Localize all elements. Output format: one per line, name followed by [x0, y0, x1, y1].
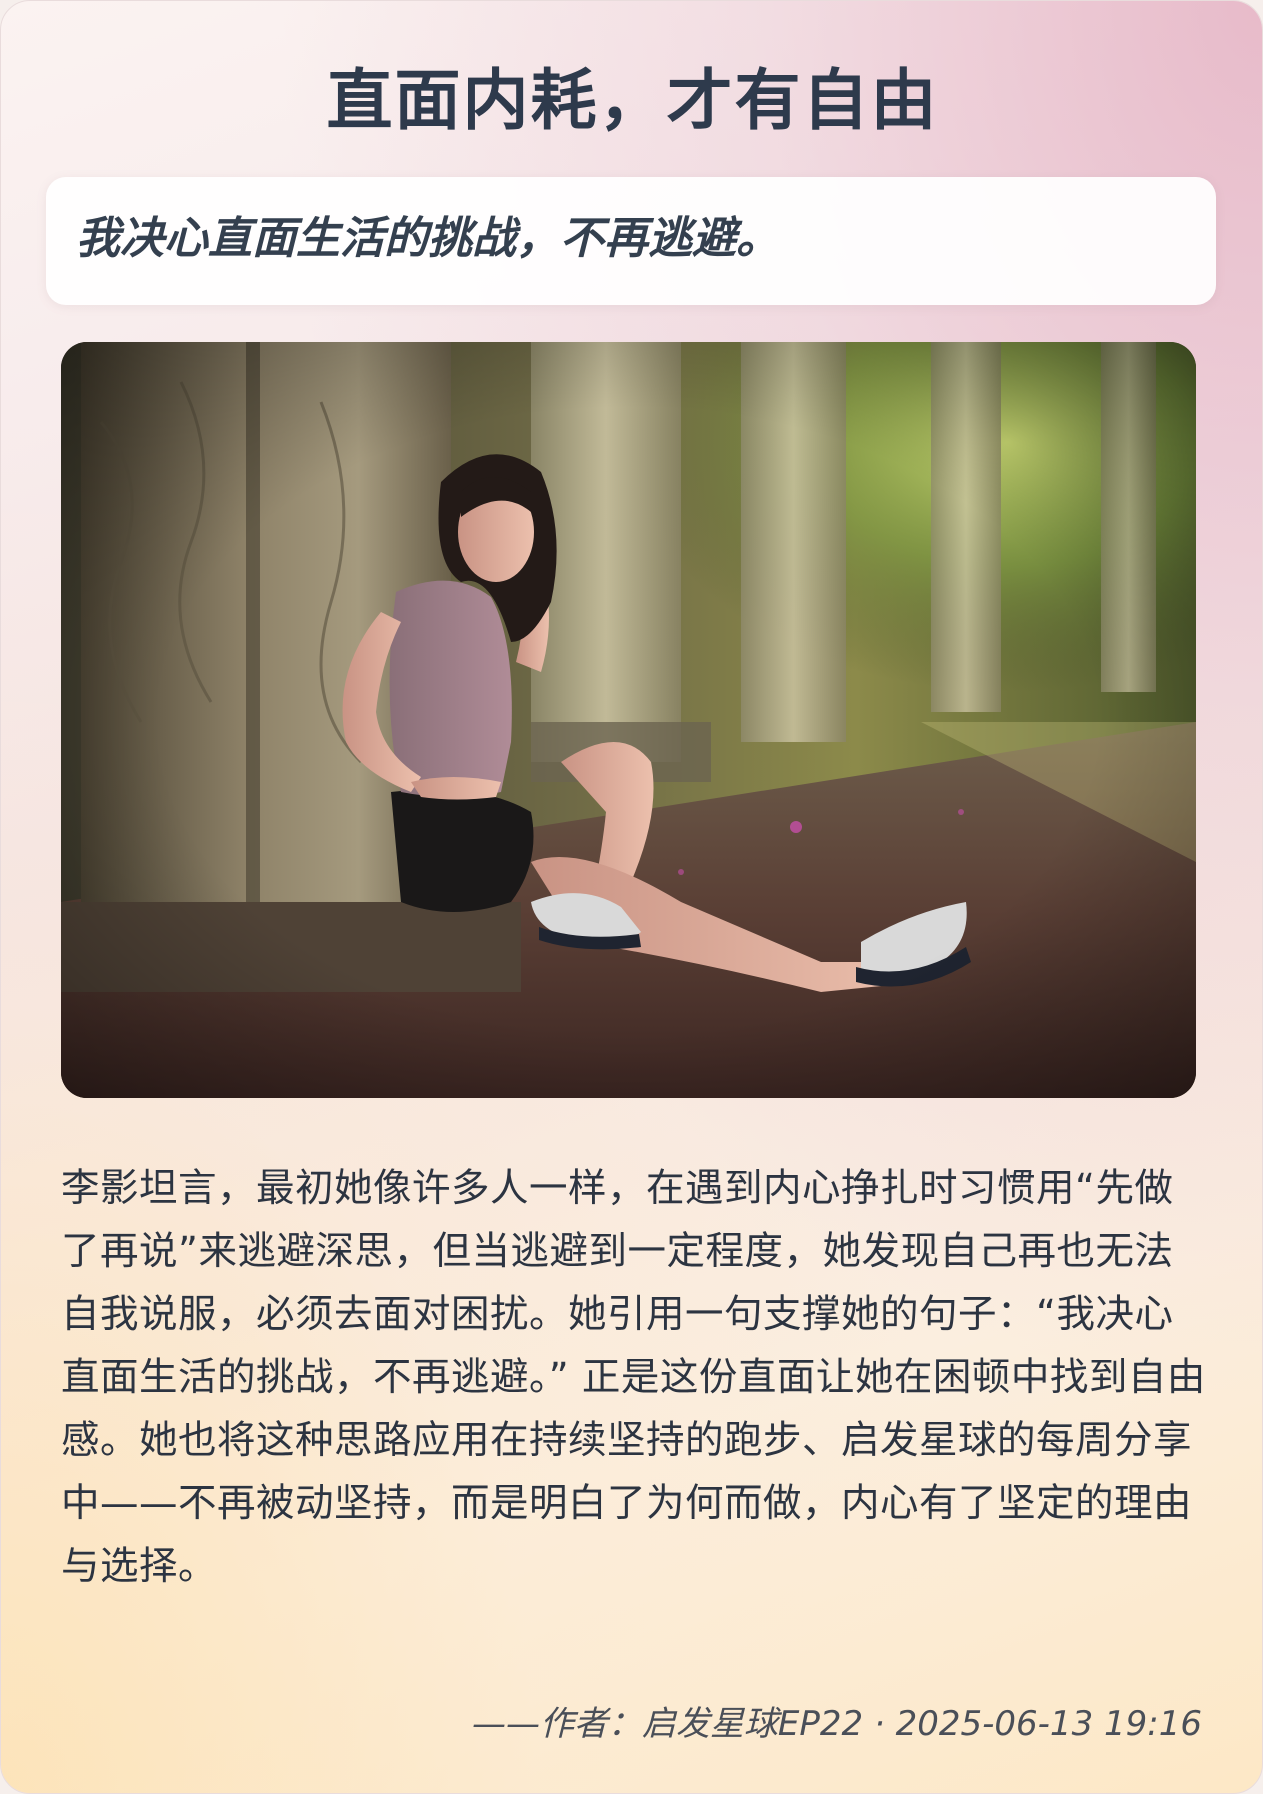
- photo-woman-sitting-by-pillar-icon: [61, 342, 1196, 1098]
- quote-text: 我决心直面生活的挑战，不再逃避。: [76, 213, 780, 264]
- article-body: 李影坦言，最初她像许多人一样，在遇到内心挣扎时习惯用“先做了再说”来逃避深思，但…: [61, 1166, 1206, 1589]
- cover-photo: [61, 342, 1196, 1098]
- quote-box: 我决心直面生活的挑战，不再逃避。: [46, 177, 1216, 305]
- page-title: 直面内耗，才有自由: [326, 62, 939, 139]
- author-footer: ——作者：启发星球EP22 · 2025-06-13 19:16: [471, 1704, 1202, 1744]
- post-card: 直面内耗，才有自由 我决心直面生活的挑战，不再逃避。 李影坦言，最初她像许多人一…: [0, 0, 1263, 1794]
